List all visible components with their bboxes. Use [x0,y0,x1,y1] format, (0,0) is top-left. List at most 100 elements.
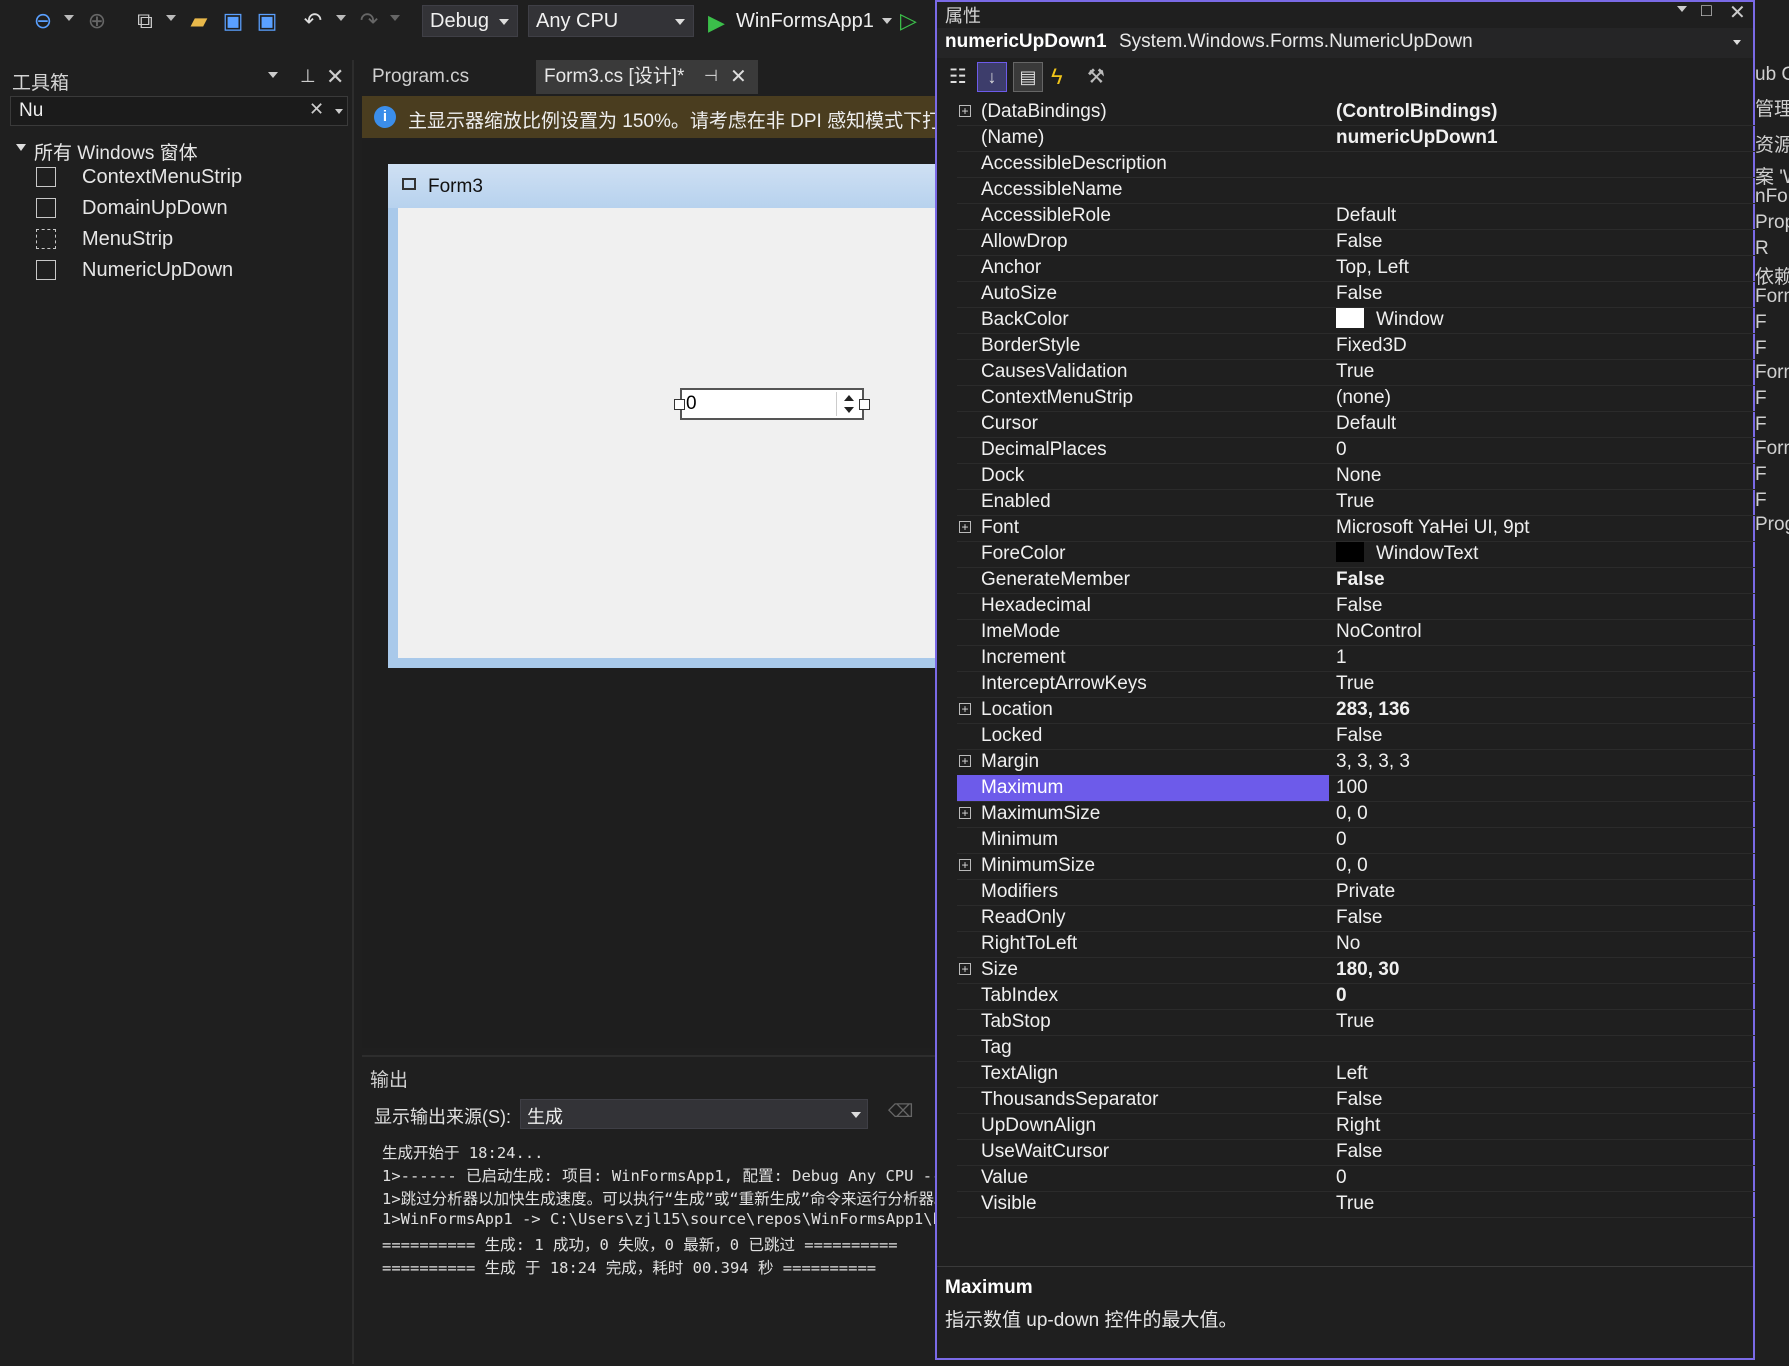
back-dropdown-icon[interactable] [64,15,74,21]
property-row[interactable]: ThousandsSeparator False [957,1087,1755,1114]
property-row[interactable]: ForeColor WindowText [957,541,1755,568]
pin-tab-icon[interactable]: ⊣ [704,60,718,94]
property-value[interactable]: Private [1330,879,1750,905]
solution-tree-item[interactable]: 依赖 [1755,262,1789,289]
back-icon[interactable]: ⊖ [30,8,56,34]
toolbox-item-domainupdown[interactable]: DomainUpDown [36,193,336,223]
solution-tree-item[interactable]: F [1755,388,1767,410]
close-icon[interactable]: ✕ [1729,0,1746,25]
configuration-select[interactable]: Debug [422,5,518,37]
close-icon[interactable]: ✕ [326,64,344,90]
property-row[interactable]: InterceptArrowKeys True [957,671,1755,698]
property-row[interactable]: Dock None [957,463,1755,490]
property-row[interactable]: CausesValidation True [957,359,1755,386]
property-value[interactable]: 283, 136 [1330,697,1750,723]
property-row[interactable]: + Font Microsoft YaHei UI, 9pt [957,515,1755,542]
property-value[interactable]: None [1330,463,1750,489]
toolbox-options-icon[interactable] [268,72,278,78]
maximize-icon[interactable]: □ [1701,0,1712,21]
solution-tree-item[interactable]: F [1755,464,1767,486]
property-row[interactable]: + MaximumSize 0, 0 [957,801,1755,828]
property-row[interactable]: Anchor Top, Left [957,255,1755,282]
property-value[interactable]: False [1330,593,1750,619]
solution-tree-item[interactable]: F [1755,490,1767,512]
property-value[interactable]: (none) [1330,385,1750,411]
property-value[interactable]: (ControlBindings) [1330,99,1750,125]
property-value[interactable]: Fixed3D [1330,333,1750,359]
clear-output-icon[interactable]: ⌫ [888,1101,913,1122]
property-value[interactable]: NoControl [1330,619,1750,645]
solution-tree-item[interactable]: 管理 [1755,94,1789,121]
resize-handle-right[interactable] [859,399,870,410]
property-value[interactable]: False [1330,1087,1750,1113]
pin-icon[interactable]: ⊥ [300,66,316,87]
property-row[interactable]: Locked False [957,723,1755,750]
tab-form3-designer[interactable]: Form3.cs [设计]* ⊣ ✕ [536,60,758,94]
property-value[interactable]: No [1330,931,1750,957]
solution-tree-item[interactable]: Form [1755,362,1789,384]
solution-tree-item[interactable]: nFor [1755,186,1789,208]
toolbox-search-input[interactable]: Nu ✕ [10,96,348,126]
property-value[interactable]: 3, 3, 3, 3 [1330,749,1750,775]
toolbox-item-menustrip[interactable]: MenuStrip [36,224,336,254]
property-value[interactable]: 0, 0 [1330,853,1750,879]
property-row[interactable]: UseWaitCursor False [957,1139,1755,1166]
property-row[interactable]: Tag [957,1035,1755,1062]
property-value[interactable]: WindowText [1330,541,1750,567]
clear-search-icon[interactable]: ✕ [309,99,324,120]
property-row[interactable]: TextAlign Left [957,1061,1755,1088]
property-value[interactable]: Right [1330,1113,1750,1139]
property-value[interactable]: 0 [1330,437,1750,463]
solution-tree-item[interactable]: Prog [1755,514,1789,536]
property-value[interactable]: 0 [1330,1165,1750,1191]
solution-tree-item[interactable]: Form [1755,438,1789,460]
property-row[interactable]: AutoSize False [957,281,1755,308]
property-row[interactable]: RightToLeft No [957,931,1755,958]
save-icon[interactable]: ▣ [220,8,246,34]
property-value[interactable]: Left [1330,1061,1750,1087]
output-text-area[interactable]: 生成开始于 18:24... 1>------ 已启动生成: 项目: WinFo… [362,1135,937,1366]
tab-program-cs[interactable]: Program.cs [364,60,534,94]
property-row[interactable]: Value 0 [957,1165,1755,1192]
solution-tree-item[interactable]: F [1755,414,1767,436]
solution-tree-item[interactable]: 资源 [1755,130,1789,157]
spin-down-icon[interactable] [844,407,854,413]
platform-select[interactable]: Any CPU [528,5,694,37]
property-row[interactable]: + (DataBindings) (ControlBindings) [957,99,1755,126]
toolbox-item-numericupdown[interactable]: NumericUpDown [36,255,336,285]
open-folder-icon[interactable]: ▰ [186,8,212,34]
property-row[interactable]: Hexadecimal False [957,593,1755,620]
property-row[interactable]: AllowDrop False [957,229,1755,256]
redo-dropdown-icon[interactable] [390,15,400,21]
property-value[interactable]: False [1330,281,1750,307]
output-source-select[interactable]: 生成 [520,1099,868,1129]
resize-handle-left[interactable] [674,399,685,410]
forward-icon[interactable]: ⊕ [84,8,110,34]
solution-tree-item[interactable]: 案 'W [1755,162,1789,189]
property-row[interactable]: Increment 1 [957,645,1755,672]
alphabetical-icon[interactable]: ↓ [977,62,1007,92]
property-value[interactable]: True [1330,1009,1750,1035]
maximum-value-editor[interactable]: 100 [1330,775,1750,801]
property-row[interactable]: AccessibleName [957,177,1755,204]
property-row[interactable]: TabStop True [957,1009,1755,1036]
property-pages-wrench-icon[interactable]: ⚒ [1087,64,1105,89]
undo-dropdown-icon[interactable] [336,15,346,21]
property-row[interactable]: DecimalPlaces 0 [957,437,1755,464]
property-row[interactable]: ReadOnly False [957,905,1755,932]
new-project-icon[interactable]: ⧉ [132,8,158,34]
panel-options-icon[interactable] [1677,6,1687,12]
solution-tree-item[interactable]: ub C [1755,64,1789,86]
property-value[interactable]: 180, 30 [1330,957,1750,983]
object-selector[interactable]: numericUpDown1 System.Windows.Forms.Nume… [937,28,1753,58]
solution-tree-item[interactable]: F [1755,312,1767,334]
solution-tree-item[interactable]: Form [1755,286,1789,308]
property-row[interactable]: Minimum 0 [957,827,1755,854]
properties-view-icon[interactable]: ▤ [1013,62,1043,92]
new-dropdown-icon[interactable] [166,15,176,21]
property-row[interactable]: TabIndex 0 [957,983,1755,1010]
property-value[interactable]: 1 [1330,645,1750,671]
property-row[interactable]: ImeMode NoControl [957,619,1755,646]
property-row[interactable]: UpDownAlign Right [957,1113,1755,1140]
property-row[interactable]: + Size 180, 30 [957,957,1755,984]
